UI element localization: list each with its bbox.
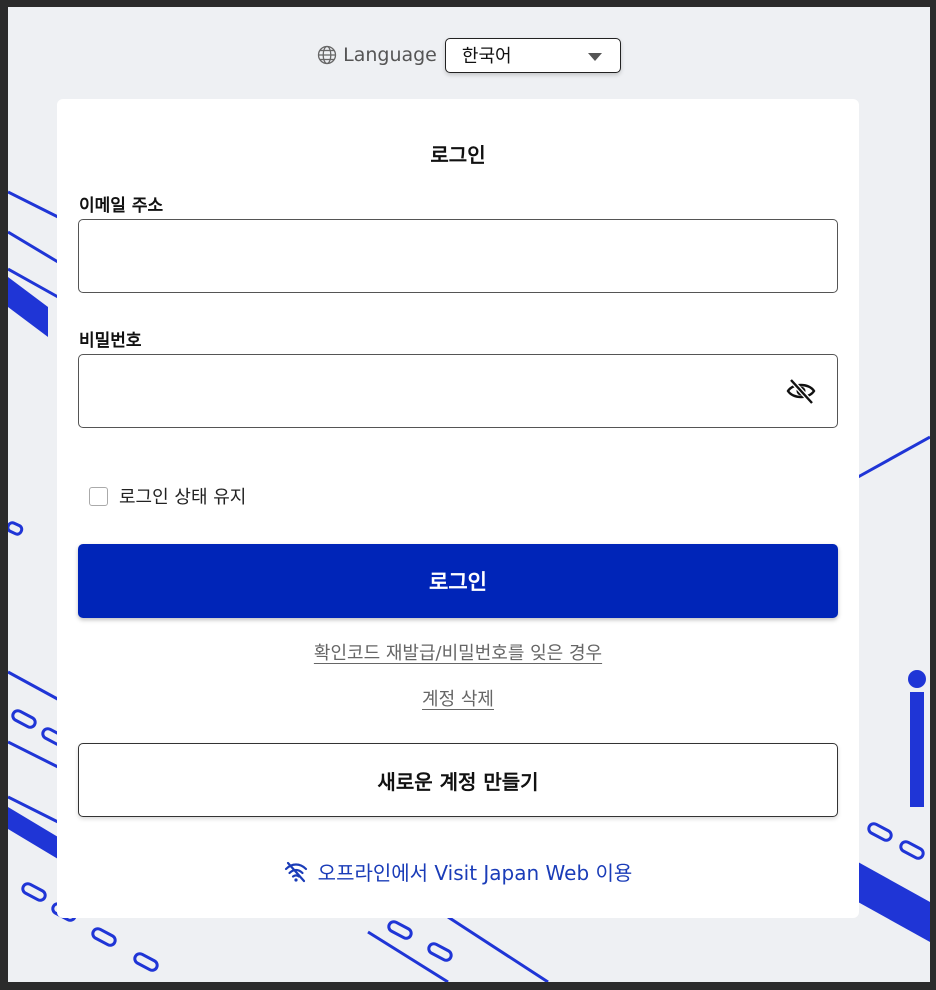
remember-label: 로그인 상태 유지 [119, 487, 247, 508]
login-title: 로그인 [430, 143, 486, 167]
offline-mode-label: 오프라인에서 Visit Japan Web 이용 [317, 861, 633, 885]
remember-checkbox[interactable] [89, 486, 108, 506]
language-selector-row: Language 한국어 [8, 36, 930, 74]
delete-account-link[interactable]: 계정 삭제 [422, 689, 494, 710]
language-selected-value: 한국어 [461, 46, 512, 67]
forgot-password-link-row: 확인코드 재발급/비밀번호를 잊은 경우 [57, 639, 859, 665]
login-button[interactable]: 로그인 [78, 544, 838, 618]
create-account-button[interactable]: 새로운 계정 만들기 [78, 743, 838, 817]
password-label: 비밀번호 [79, 331, 142, 351]
email-label: 이메일 주소 [79, 196, 164, 216]
eye-off-icon[interactable] [785, 377, 817, 405]
offline-mode-link[interactable]: 오프라인에서 Visit Japan Web 이용 [57, 857, 859, 886]
page-background: Language 한국어 로그인 이메일 주소 비밀번호 로그인 상태 유지 로… [8, 7, 930, 982]
email-input[interactable] [78, 219, 838, 293]
wifi-off-icon [284, 861, 307, 882]
caret-down-icon [587, 52, 602, 61]
delete-account-link-row: 계정 삭제 [57, 685, 859, 711]
globe-icon [317, 45, 337, 65]
language-dropdown[interactable]: 한국어 [444, 37, 621, 73]
forgot-password-link[interactable]: 확인코드 재발급/비밀번호를 잊은 경우 [314, 643, 602, 664]
login-card: 로그인 이메일 주소 비밀번호 로그인 상태 유지 로그인 확인코드 재발급/비… [57, 99, 859, 918]
language-label: Language [343, 44, 437, 66]
remember-me[interactable]: 로그인 상태 유지 [89, 483, 246, 509]
password-input[interactable] [78, 354, 838, 428]
